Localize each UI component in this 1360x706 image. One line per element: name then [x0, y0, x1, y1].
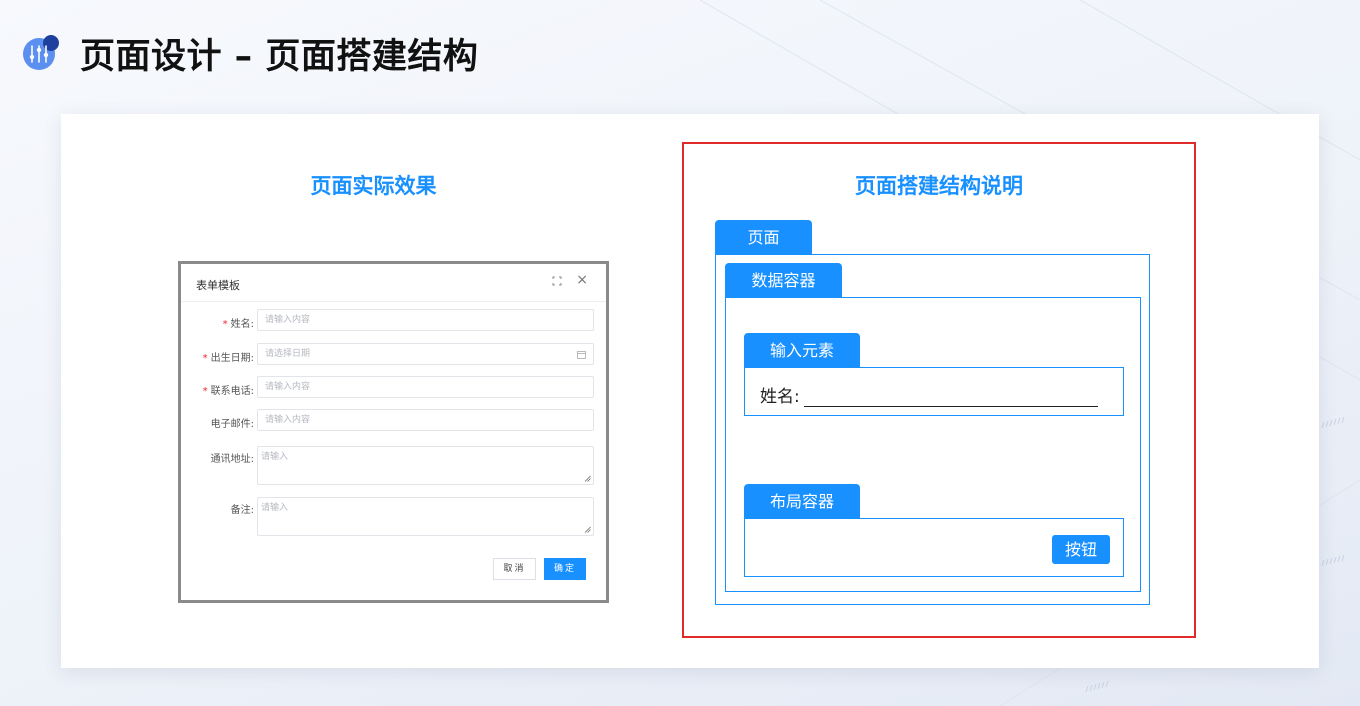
page-title: 页面设计 – 页面搭建结构 [80, 37, 479, 77]
structure-highlight-frame: 页面 数据容器 输入元素 姓名: 布局容器 按钮 [682, 142, 1196, 638]
tab-layout-container: 布局容器 [744, 484, 860, 519]
field-label-text: 电子邮件: [210, 419, 254, 430]
field-label-text: 备注: [230, 505, 254, 516]
content-card: 页面实际效果 页面搭建结构说明 表单模板 × * 姓名: 请输入内容 * 出生日期:… [61, 114, 1319, 668]
name-input[interactable]: 请输入内容 [257, 309, 594, 331]
address-placeholder: 请输入 [261, 452, 289, 462]
input-element-box: 姓名: [744, 367, 1124, 416]
birthdate-placeholder: 请选择日期 [265, 349, 311, 359]
address-textarea[interactable]: 请输入 [257, 446, 594, 485]
resize-handle-icon[interactable] [584, 526, 591, 533]
data-container-box: 输入元素 姓名: 布局容器 按钮 [725, 297, 1141, 592]
dialog-title: 表单模板 [196, 279, 240, 292]
close-icon[interactable]: × [576, 273, 588, 287]
field-label-email: 电子邮件: [181, 415, 254, 430]
birthdate-picker[interactable]: 请选择日期 [257, 343, 594, 365]
phone-input[interactable]: 请输入内容 [257, 376, 594, 398]
resize-handle-icon[interactable] [584, 475, 591, 482]
tab-input-element: 输入元素 [744, 333, 860, 368]
sliders-icon [23, 35, 59, 70]
tab-page: 页面 [715, 220, 812, 255]
field-label-address: 通讯地址: [181, 450, 254, 465]
dialog-header: 表单模板 × [181, 264, 606, 302]
required-mark: * [202, 353, 208, 364]
form-dialog: 表单模板 × * 姓名: 请输入内容 * 出生日期: 请选择日期 * 联系电话: 请输… [178, 261, 609, 603]
field-label-name: * 姓名: [181, 315, 254, 330]
section-title-actual-effect: 页面实际效果 [310, 174, 437, 198]
email-input[interactable]: 请输入内容 [257, 409, 594, 431]
name-underline [803, 389, 1098, 407]
name-field-diagram: 姓名: [760, 382, 1098, 407]
confirm-button[interactable]: 确定 [544, 558, 586, 580]
diagram-button: 按钮 [1052, 535, 1110, 564]
field-label-remark: 备注: [181, 501, 254, 516]
fullscreen-icon[interactable] [552, 276, 562, 286]
field-label-text: 姓名: [230, 319, 254, 330]
calendar-icon [577, 351, 586, 359]
required-mark: * [202, 386, 208, 397]
field-label-phone: * 联系电话: [181, 382, 254, 397]
remark-textarea[interactable]: 请输入 [257, 497, 594, 536]
required-mark: * [222, 319, 228, 330]
tab-data-container: 数据容器 [725, 263, 842, 298]
page-box: 数据容器 输入元素 姓名: 布局容器 按钮 [715, 254, 1150, 605]
remark-placeholder: 请输入 [261, 503, 289, 513]
field-label-birthdate: * 出生日期: [181, 349, 254, 364]
name-label: 姓名: [760, 387, 800, 407]
field-label-text: 出生日期: [210, 353, 254, 364]
field-label-text: 联系电话: [210, 386, 254, 397]
cancel-button[interactable]: 取消 [493, 558, 536, 580]
layout-container-box: 按钮 [744, 518, 1124, 577]
field-label-text: 通讯地址: [210, 454, 254, 465]
